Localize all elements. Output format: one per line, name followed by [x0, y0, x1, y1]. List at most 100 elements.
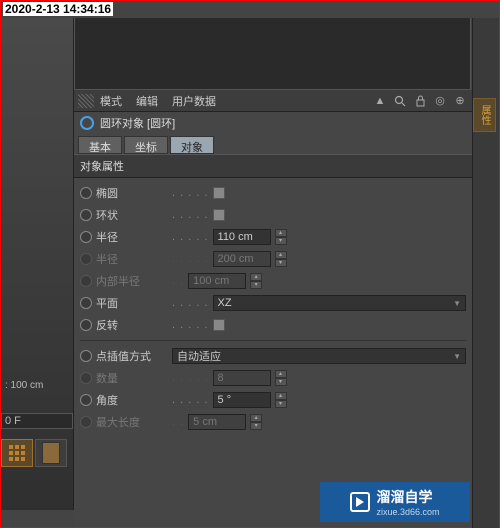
radius-input[interactable]: 110 cm [213, 229, 271, 245]
prop-interpolation: 点插值方式 自动适应 ▼ [80, 345, 466, 367]
ring-icon [80, 116, 94, 130]
dots: . . . . . [172, 394, 209, 406]
panel-grip-icon[interactable] [78, 94, 94, 108]
maxlen-label: 最大长度 [96, 414, 168, 430]
right-tab-attributes[interactable]: 属性 [473, 98, 496, 132]
tile-grid-icon[interactable] [1, 439, 33, 467]
prop-angle: 角度 . . . . . 5 ° ▴▾ [80, 389, 466, 411]
inner-radius-label: 内部半径 [96, 273, 168, 289]
interp-value: 自动适应 [177, 348, 221, 364]
interp-dropdown[interactable]: 自动适应 ▼ [172, 348, 466, 364]
dots: . . . . . [172, 231, 209, 243]
dots: . . . . . [172, 253, 209, 265]
dots: . . . . . [172, 319, 209, 331]
timeline-strip[interactable] [74, 18, 471, 90]
dots: . . [172, 416, 184, 428]
tab-basic[interactable]: 基本 [78, 136, 122, 154]
radius-label: 半径 [96, 229, 168, 245]
prop-plane: 平面 . . . . . XZ ▼ [80, 292, 466, 314]
play-icon [350, 492, 370, 512]
maxlen-input: 5 cm [188, 414, 246, 430]
prop-inner-radius: 内部半径 . . 100 cm ▴▾ [80, 270, 466, 292]
anim-dot [80, 416, 92, 428]
interp-label: 点插值方式 [96, 348, 168, 364]
right-toolbar: 属性 [472, 18, 499, 528]
prop-radius: 半径 . . . . . 110 cm ▴▾ [80, 226, 466, 248]
dots: . . . . . [172, 372, 209, 384]
tile-film-icon[interactable] [35, 439, 67, 467]
radius2-label: 半径 [96, 251, 168, 267]
anim-dot [80, 253, 92, 265]
prop-ring: 环状 . . . . . [80, 204, 466, 226]
search-icon[interactable] [392, 93, 408, 109]
menu-mode[interactable]: 模式 [100, 93, 122, 109]
frame-value: 0 F [5, 415, 21, 427]
plane-label: 平面 [96, 295, 168, 311]
palette-tiles [1, 439, 73, 469]
chevron-down-icon: ▼ [453, 299, 461, 308]
menu-userdata[interactable]: 用户数据 [172, 93, 216, 109]
left-status: : 100 cm 0 F [1, 378, 73, 469]
maxlen-spinner: ▴▾ [250, 414, 262, 430]
target-icon[interactable]: ◎ [432, 93, 448, 109]
tabs: 基本 坐标 对象 [74, 134, 472, 154]
timestamp-overlay: 2020-2-13 14:34:16 [3, 2, 113, 16]
prop-radius2: 半径 . . . . . 200 cm ▴▾ [80, 248, 466, 270]
anim-dot[interactable] [80, 350, 92, 362]
plane-dropdown[interactable]: XZ ▼ [213, 295, 466, 311]
object-title: 圆环对象 [圆环] [100, 115, 175, 131]
anim-dot[interactable] [80, 187, 92, 199]
count-spinner: ▴▾ [275, 370, 287, 386]
ellipse-checkbox[interactable] [213, 187, 225, 199]
count-label: 数量 [96, 370, 168, 386]
prop-ellipse: 椭圆 . . . . . [80, 182, 466, 204]
object-title-row: 圆环对象 [圆环] [74, 112, 472, 134]
properties-list: 椭圆 . . . . . 环状 . . . . . 半径 . . . . . 1… [74, 178, 472, 437]
tab-object[interactable]: 对象 [170, 136, 214, 154]
angle-label: 角度 [96, 392, 168, 408]
separator [80, 340, 466, 341]
radius2-spinner: ▴▾ [275, 251, 287, 267]
new-tab-icon[interactable]: ⊕ [452, 93, 468, 109]
inner-radius-spinner: ▴▾ [250, 273, 262, 289]
radius-spinner[interactable]: ▴▾ [275, 229, 287, 245]
plane-value: XZ [218, 297, 232, 309]
watermark-brand: 溜溜自学 [376, 487, 439, 507]
anim-dot[interactable] [80, 209, 92, 221]
dots: . . . . . [172, 209, 209, 221]
prop-count: 数量 . . . . . 8 ▴▾ [80, 367, 466, 389]
dots: . . [172, 275, 184, 287]
ring-checkbox[interactable] [213, 209, 225, 221]
angle-input[interactable]: 5 ° [213, 392, 271, 408]
chevron-down-icon: ▼ [453, 352, 461, 361]
prop-reverse: 反转 . . . . . [80, 314, 466, 336]
ellipse-label: 椭圆 [96, 185, 168, 201]
nav-arrow-icon[interactable]: ▲ [372, 93, 388, 109]
anim-dot[interactable] [80, 394, 92, 406]
menu-edit[interactable]: 编辑 [136, 93, 158, 109]
ring-label: 环状 [96, 207, 168, 223]
radius2-input: 200 cm [213, 251, 271, 267]
count-input: 8 [213, 370, 271, 386]
dots: . . . . . [172, 297, 209, 309]
anim-dot[interactable] [80, 297, 92, 309]
section-object-properties: 对象属性 [74, 154, 472, 178]
tab-coord[interactable]: 坐标 [124, 136, 168, 154]
prop-maxlen: 最大长度 . . 5 cm ▴▾ [80, 411, 466, 433]
reverse-label: 反转 [96, 317, 168, 333]
anim-dot[interactable] [80, 231, 92, 243]
watermark-url: zixue.3d66.com [376, 507, 439, 517]
lock-icon[interactable] [412, 93, 428, 109]
watermark: 溜溜自学 zixue.3d66.com [320, 482, 470, 522]
right-toolbar-icon[interactable] [479, 24, 495, 56]
anim-dot[interactable] [80, 319, 92, 331]
anim-dot [80, 372, 92, 384]
inner-radius-input: 100 cm [188, 273, 246, 289]
frame-field[interactable]: 0 F [1, 413, 73, 429]
reverse-checkbox[interactable] [213, 319, 225, 331]
angle-spinner[interactable]: ▴▾ [275, 392, 287, 408]
attribute-panel: 模式 编辑 用户数据 ▲ ◎ ⊕ 圆环对象 [圆环] 基本 坐标 对象 对象属性… [74, 90, 472, 526]
panel-header: 模式 编辑 用户数据 ▲ ◎ ⊕ [74, 90, 472, 112]
anim-dot [80, 275, 92, 287]
dots: . . . . . [172, 187, 209, 199]
